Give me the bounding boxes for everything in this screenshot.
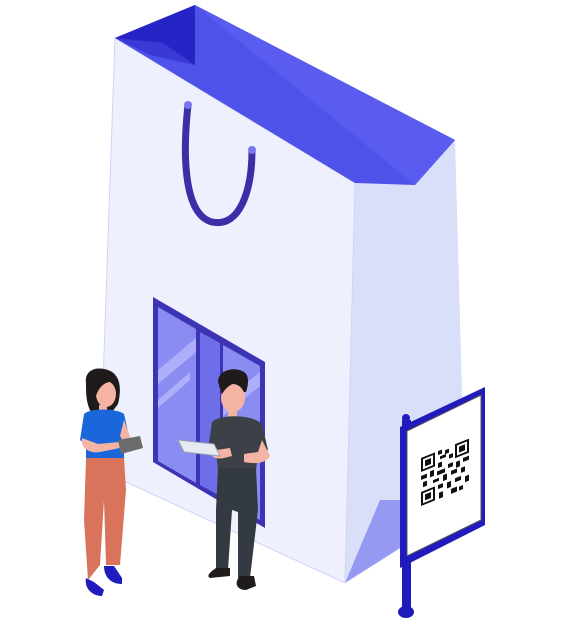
woman-shoe-left bbox=[85, 578, 104, 596]
handle-rivet-left bbox=[184, 101, 192, 109]
sign-pole-cap bbox=[402, 414, 410, 422]
door-glass-middle bbox=[200, 332, 220, 496]
man-shoe-right bbox=[236, 576, 256, 590]
woman-shoe-right bbox=[104, 566, 122, 584]
man-shoe-left bbox=[208, 568, 230, 578]
woman-pants bbox=[84, 458, 126, 580]
handle-rivet-right bbox=[248, 146, 256, 154]
sign-pole-base bbox=[398, 606, 414, 618]
shopping-bag-storefront-illustration bbox=[80, 5, 485, 618]
door-glass-left bbox=[158, 307, 196, 483]
illustration-scene bbox=[0, 0, 563, 625]
